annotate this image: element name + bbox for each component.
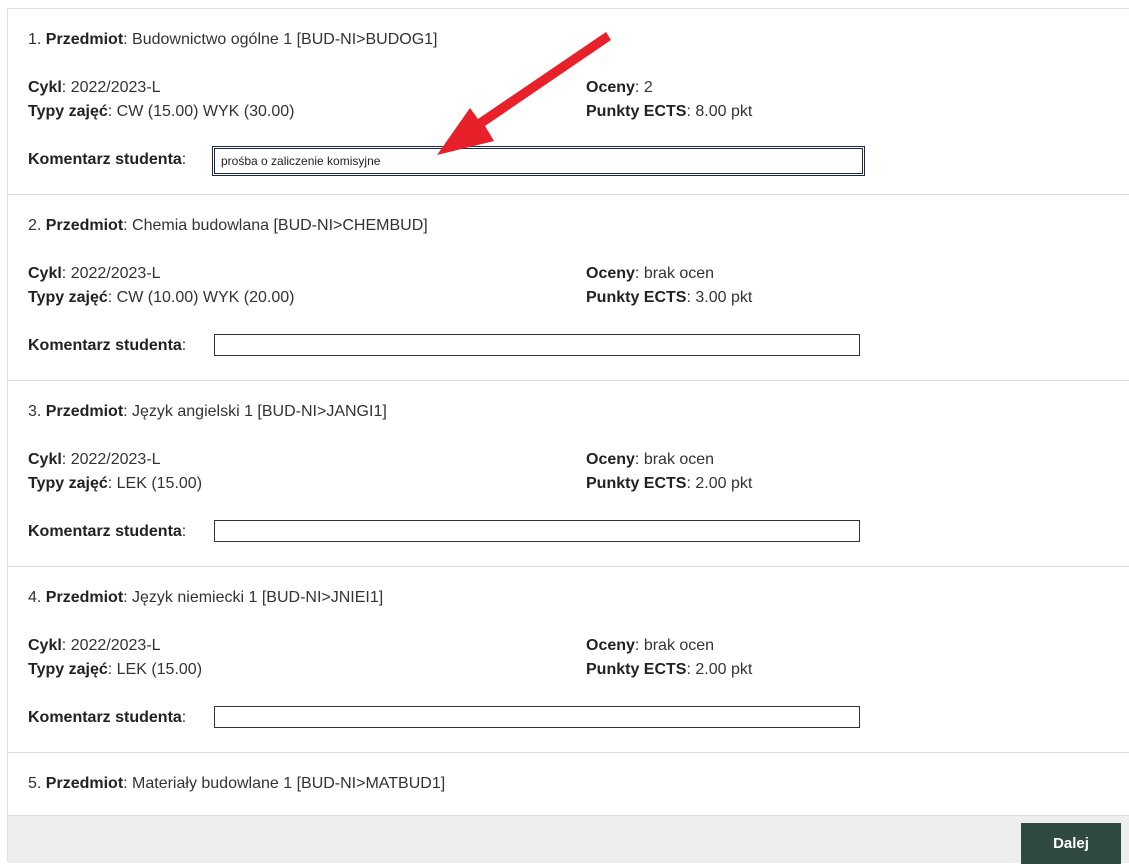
next-button[interactable]: Dalej bbox=[1021, 823, 1121, 864]
class-types-row: Typy zajęć: LEK (15.00) bbox=[28, 661, 203, 678]
course-item: 2. Przedmiot: Chemia budowlana [BUD-NI>C… bbox=[8, 195, 1129, 381]
course-name: Język angielski 1 [BUD-NI>JANGI1] bbox=[132, 403, 387, 420]
ects-row: Punkty ECTS: 2.00 pkt bbox=[586, 475, 753, 492]
comment-input[interactable] bbox=[212, 146, 865, 176]
course-name: Język niemiecki 1 [BUD-NI>JNIEI1] bbox=[132, 589, 384, 606]
class-types-row: Typy zajęć: CW (10.00) WYK (20.00) bbox=[28, 289, 295, 306]
comment-label: Komentarz studenta: bbox=[28, 709, 187, 726]
cycle-row: Cykl: 2022/2023-L bbox=[28, 451, 161, 468]
course-name: Materiały budowlane 1 [BUD-NI>MATBUD1] bbox=[132, 775, 446, 792]
course-name: Chemia budowlana [BUD-NI>CHEMBUD] bbox=[132, 217, 428, 234]
ects-row: Punkty ECTS: 8.00 pkt bbox=[586, 103, 753, 120]
cycle-row: Cykl: 2022/2023-L bbox=[28, 637, 161, 654]
comment-label: Komentarz studenta: bbox=[28, 523, 187, 540]
ects-row: Punkty ECTS: 3.00 pkt bbox=[586, 289, 753, 306]
class-types-row: Typy zajęć: LEK (15.00) bbox=[28, 475, 203, 492]
course-title: 2. Przedmiot: Chemia budowlana [BUD-NI>C… bbox=[28, 217, 428, 234]
cycle-row: Cykl: 2022/2023-L bbox=[28, 265, 161, 282]
ects-row: Punkty ECTS: 2.00 pkt bbox=[586, 661, 753, 678]
cycle-row: Cykl: 2022/2023-L bbox=[28, 79, 161, 96]
course-item: 1. Przedmiot: Budownictwo ogólne 1 [BUD-… bbox=[8, 9, 1129, 195]
course-item: 5. Przedmiot: Materiały budowlane 1 [BUD… bbox=[8, 753, 1129, 815]
grades-row: Oceny: 2 bbox=[586, 79, 653, 96]
comment-input[interactable] bbox=[214, 334, 860, 356]
grades-row: Oceny: brak ocen bbox=[586, 265, 715, 282]
course-item: 4. Przedmiot: Język niemiecki 1 [BUD-NI>… bbox=[8, 567, 1129, 753]
courses-panel: 1. Przedmiot: Budownictwo ogólne 1 [BUD-… bbox=[7, 8, 1129, 864]
course-title: 4. Przedmiot: Język niemiecki 1 [BUD-NI>… bbox=[28, 589, 384, 606]
course-title: 3. Przedmiot: Język angielski 1 [BUD-NI>… bbox=[28, 403, 387, 420]
course-title: 5. Przedmiot: Materiały budowlane 1 [BUD… bbox=[28, 775, 446, 792]
form-footer: Dalej bbox=[8, 815, 1129, 864]
course-item: 3. Przedmiot: Język angielski 1 [BUD-NI>… bbox=[8, 381, 1129, 567]
comment-label: Komentarz studenta: bbox=[28, 337, 187, 354]
grades-row: Oceny: brak ocen bbox=[586, 451, 715, 468]
comment-label: Komentarz studenta: bbox=[28, 151, 187, 168]
course-title: 1. Przedmiot: Budownictwo ogólne 1 [BUD-… bbox=[28, 31, 438, 48]
course-name: Budownictwo ogólne 1 [BUD-NI>BUDOG1] bbox=[132, 31, 438, 48]
class-types-row: Typy zajęć: CW (15.00) WYK (30.00) bbox=[28, 103, 295, 120]
comment-input[interactable] bbox=[214, 706, 860, 728]
grades-row: Oceny: brak ocen bbox=[586, 637, 715, 654]
comment-input[interactable] bbox=[214, 520, 860, 542]
